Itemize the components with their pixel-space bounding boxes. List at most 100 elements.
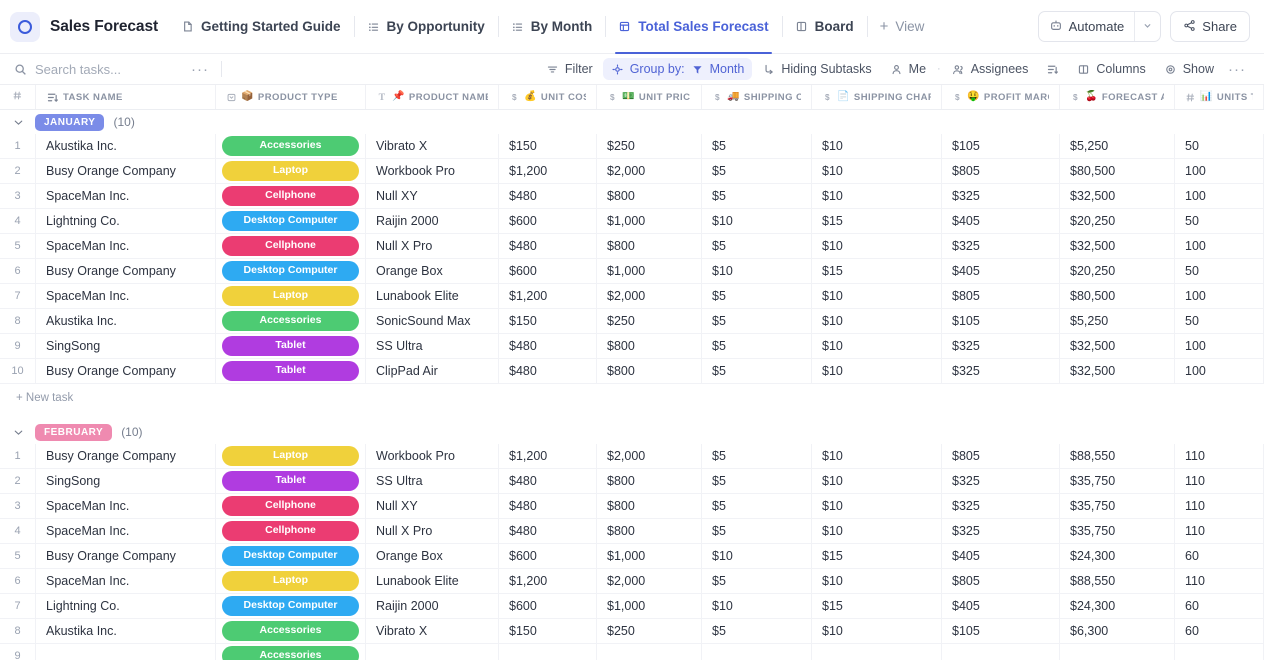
toolbar-me-button[interactable]: Me [882,58,934,80]
product-type-tag[interactable]: Desktop Computer [222,596,359,616]
cell-units[interactable]: 110 [1175,494,1264,518]
cell-ucost[interactable]: $480 [499,184,597,208]
cell-units[interactable]: 60 [1175,619,1264,643]
cell-schg[interactable]: $10 [812,309,942,333]
cell-uprice[interactable]: $1,000 [597,209,702,233]
share-button[interactable]: Share [1170,11,1250,42]
group-header-february[interactable]: FEBRUARY (10) [0,420,1264,444]
cell-schg[interactable]: $10 [812,334,942,358]
cell-pmarg[interactable]: $105 [942,134,1060,158]
cell-ucost[interactable]: $480 [499,359,597,383]
cell-product-type[interactable]: Laptop [216,159,366,183]
cell-pname[interactable]: Workbook Pro [366,159,499,183]
cell-product-type[interactable]: Accessories [216,644,366,660]
cell-product-type[interactable]: Cellphone [216,234,366,258]
cell-product-type[interactable]: Cellphone [216,519,366,543]
search-input[interactable] [35,61,185,77]
cell-product-type[interactable]: Laptop [216,569,366,593]
tab-by-month[interactable]: By Month [497,0,606,53]
cell-product-type[interactable]: Tablet [216,469,366,493]
cell-pmarg[interactable]: $325 [942,234,1060,258]
cell-schg[interactable]: $10 [812,619,942,643]
product-type-tag[interactable]: Desktop Computer [222,211,359,231]
cell-pmarg[interactable]: $805 [942,569,1060,593]
cell-famt[interactable]: $6,300 [1060,619,1175,643]
cell-pname[interactable]: Null XY [366,184,499,208]
cell-famt[interactable]: $24,300 [1060,544,1175,568]
cell-schg[interactable] [812,644,942,660]
cell-units[interactable]: 50 [1175,134,1264,158]
column-header-num[interactable] [0,85,36,109]
cell-famt[interactable]: $32,500 [1060,359,1175,383]
table-row[interactable]: 5 Busy Orange Company Desktop Computer Oran… [0,544,1264,569]
cell-pmarg[interactable]: $405 [942,209,1060,233]
column-header-famt[interactable]: $ 🍒FORECAST AM... [1060,85,1175,109]
cell-task[interactable]: Akustika Inc. [36,619,216,643]
product-type-tag[interactable]: Tablet [222,361,359,381]
table-row[interactable]: 6 Busy Orange Company Desktop Computer Oran… [0,259,1264,284]
cell-task[interactable]: Busy Orange Company [36,359,216,383]
cell-product-type[interactable]: Laptop [216,444,366,468]
cell-famt[interactable]: $5,250 [1060,309,1175,333]
cell-scost[interactable] [702,644,812,660]
cell-ucost[interactable]: $150 [499,134,597,158]
cell-units[interactable]: 50 [1175,259,1264,283]
cell-task[interactable]: SpaceMan Inc. [36,234,216,258]
cell-pname[interactable]: SS Ultra [366,469,499,493]
cell-pmarg[interactable] [942,644,1060,660]
cell-task[interactable]: SpaceMan Inc. [36,494,216,518]
cell-task[interactable]: SpaceMan Inc. [36,569,216,593]
cell-pname[interactable]: Vibrato X [366,619,499,643]
toolbar-filter-button[interactable]: Filter [538,58,601,80]
tab-total-sales-forecast[interactable]: Total Sales Forecast [605,0,781,54]
cell-scost[interactable]: $5 [702,159,812,183]
cell-uprice[interactable]: $800 [597,334,702,358]
cell-units[interactable]: 110 [1175,469,1264,493]
add-view-button[interactable]: + View [866,0,938,53]
cell-famt[interactable]: $32,500 [1060,234,1175,258]
product-type-tag[interactable]: Tablet [222,336,359,356]
cell-pname[interactable]: ClipPad Air [366,359,499,383]
cell-pmarg[interactable]: $405 [942,544,1060,568]
product-type-tag[interactable]: Cellphone [222,496,359,516]
cell-task[interactable]: SpaceMan Inc. [36,519,216,543]
cell-famt[interactable]: $80,500 [1060,159,1175,183]
cell-pmarg[interactable]: $325 [942,494,1060,518]
cell-ucost[interactable]: $480 [499,469,597,493]
cell-ucost[interactable] [499,644,597,660]
cell-pmarg[interactable]: $325 [942,469,1060,493]
cell-uprice[interactable]: $1,000 [597,259,702,283]
cell-pname[interactable]: Lunabook Elite [366,569,499,593]
cell-pname[interactable]: Null X Pro [366,519,499,543]
cell-uprice[interactable]: $800 [597,234,702,258]
cell-task[interactable]: Busy Orange Company [36,159,216,183]
cell-uprice[interactable]: $800 [597,359,702,383]
cell-units[interactable]: 100 [1175,159,1264,183]
cell-schg[interactable]: $10 [812,134,942,158]
toolbar-group-by-button[interactable]: Group by: Month [602,58,753,80]
table-row[interactable]: 3 SpaceMan Inc. Cellphone Null XY $480 $800 $5… [0,184,1264,209]
product-type-tag[interactable]: Laptop [222,161,359,181]
column-header-schg[interactable]: $ 📄SHIPPING CHARGE [812,85,942,109]
table-row[interactable]: 8 Akustika Inc. Accessories SonicSound Max $… [0,309,1264,334]
table-row[interactable]: 7 SpaceMan Inc. Laptop Lunabook Elite $1,200… [0,284,1264,309]
toolbar-columns-button[interactable]: Columns [1069,58,1153,80]
cell-schg[interactable]: $10 [812,284,942,308]
cell-schg[interactable]: $15 [812,209,942,233]
cell-schg[interactable]: $10 [812,519,942,543]
product-type-tag[interactable]: Laptop [222,571,359,591]
column-header-uprice[interactable]: $ 💵UNIT PRICE [597,85,702,109]
chevron-down-icon[interactable] [10,116,26,129]
cell-task[interactable] [36,644,216,660]
cell-units[interactable]: 50 [1175,209,1264,233]
cell-scost[interactable]: $5 [702,334,812,358]
tab-getting-started-guide[interactable]: Getting Started Guide [168,0,354,53]
cell-scost[interactable]: $5 [702,284,812,308]
cell-product-type[interactable]: Cellphone [216,184,366,208]
cell-schg[interactable]: $10 [812,444,942,468]
cell-pmarg[interactable]: $105 [942,309,1060,333]
cell-uprice[interactable]: $2,000 [597,284,702,308]
cell-task[interactable]: Busy Orange Company [36,444,216,468]
cell-famt[interactable]: $88,550 [1060,569,1175,593]
cell-uprice[interactable]: $250 [597,134,702,158]
